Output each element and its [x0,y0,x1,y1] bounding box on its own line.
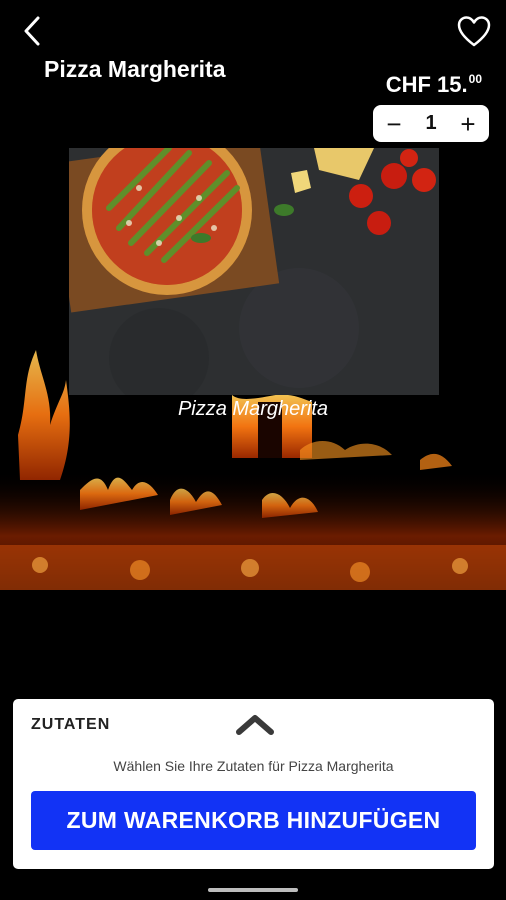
expand-sheet-button[interactable] [233,711,277,737]
quantity-value: 1 [425,112,437,134]
decrease-quantity-button[interactable]: − [381,110,407,138]
add-to-cart-button[interactable]: ZUM WARENKORB HINZUFÜGEN [31,791,476,850]
price-main: CHF 15. [385,72,468,97]
product-title: Pizza Margherita [44,56,226,82]
favorite-button[interactable] [454,12,494,52]
home-indicator [208,888,298,892]
price-cents: 00 [468,72,482,86]
pizza-image [69,148,439,395]
ingredients-hint: Wählen Sie Ihre Zutaten für Pizza Marghe… [113,758,394,774]
chevron-up-icon [236,715,274,735]
increase-quantity-button[interactable]: + [455,110,481,138]
chevron-left-icon [24,16,40,46]
image-caption: Pizza Margherita [177,398,329,420]
quantity-stepper: − 1 + [373,105,489,142]
sheet-title: ZUTATEN [31,716,111,733]
product-image [69,148,439,395]
product-price: CHF 15.00 [386,72,482,98]
back-button[interactable] [14,12,50,52]
ingredients-sheet: ZUTATEN Wählen Sie Ihre Zutaten für Pizz… [13,699,494,869]
heart-outline-icon [457,16,491,47]
